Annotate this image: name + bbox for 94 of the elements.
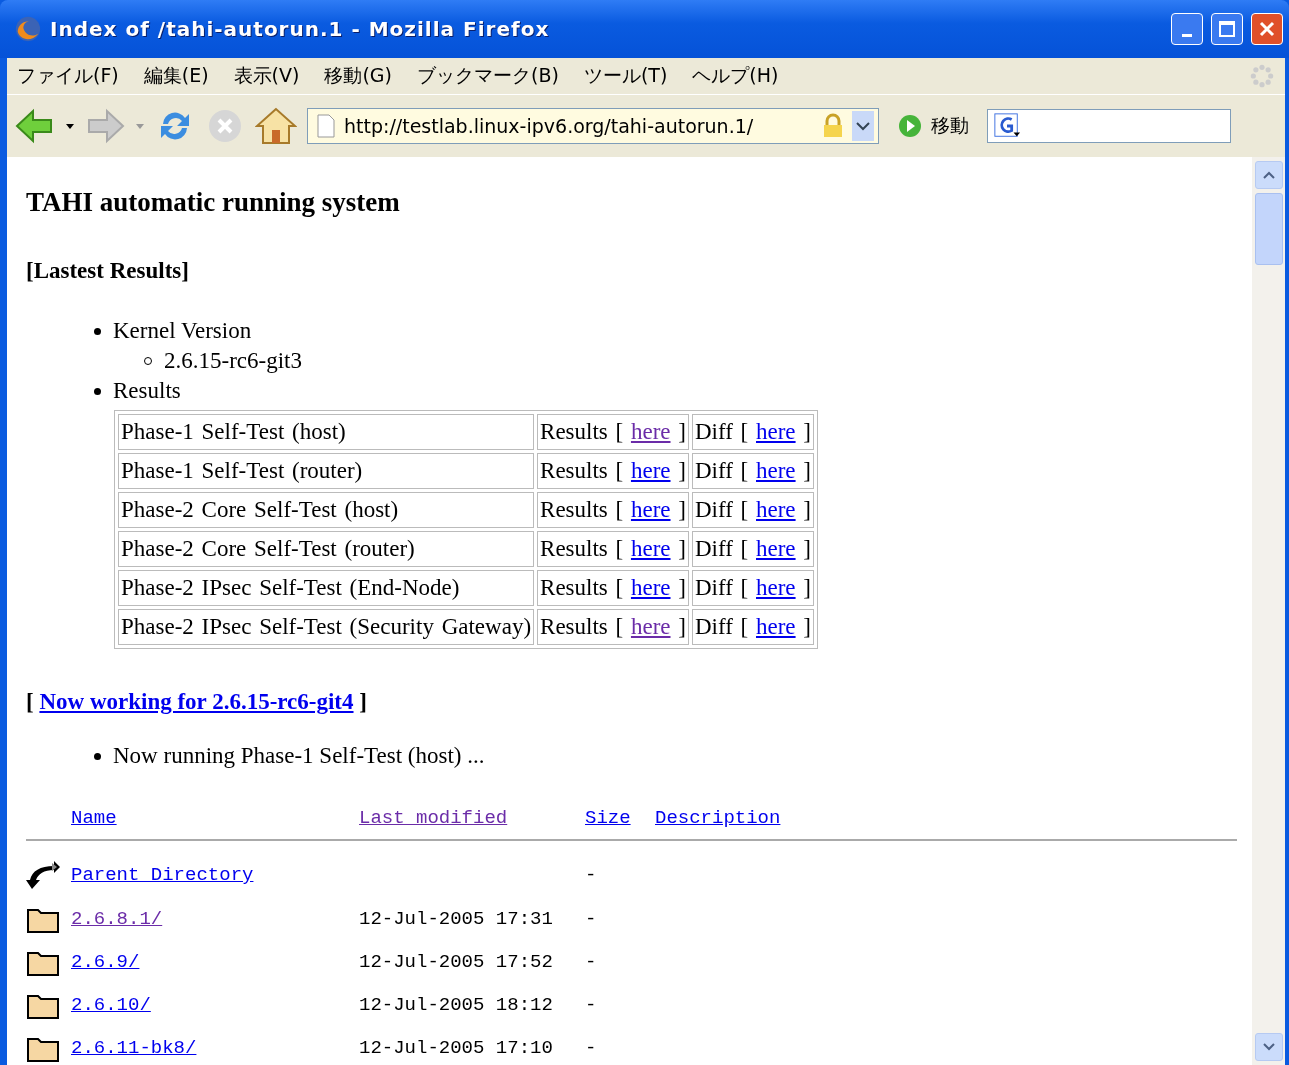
menu-item[interactable]: ヘルプ(H) xyxy=(692,63,779,89)
column-header-link[interactable]: Name xyxy=(71,807,117,829)
working-status: [ Now working for 2.6.15-rc6-git4 ] xyxy=(26,689,368,715)
test-name-cell: Phase-1 Self-Test (router) xyxy=(118,453,535,489)
minimize-icon xyxy=(1182,33,1192,37)
file-link[interactable]: 2.6.9/ xyxy=(71,950,140,973)
chevron-up-icon xyxy=(1261,170,1276,180)
column-header-link[interactable]: Last modified xyxy=(359,807,508,829)
section-title: [Lastest Results] xyxy=(26,258,190,284)
scrollbar[interactable] xyxy=(1252,157,1285,1065)
here-link[interactable]: here xyxy=(756,536,796,561)
list-item-text: Kernel Version xyxy=(113,317,252,345)
file-link[interactable]: 2.6.10/ xyxy=(71,993,151,1016)
bullet-icon xyxy=(94,387,101,395)
test-name-cell: Phase-2 IPsec Self-Test (End-Node) xyxy=(118,570,535,606)
scroll-down-button[interactable] xyxy=(1254,1033,1283,1061)
scroll-thumb[interactable] xyxy=(1254,193,1283,265)
here-link[interactable]: here xyxy=(756,458,796,483)
diff-cell: Diff [ here ] xyxy=(691,414,814,450)
back-icon[interactable] xyxy=(15,106,55,146)
column-header-link[interactable]: Description xyxy=(655,807,781,829)
browser-logo-icon xyxy=(14,15,42,43)
home-icon[interactable] xyxy=(255,106,297,146)
bullet-icon xyxy=(94,752,101,760)
search-field[interactable] xyxy=(987,109,1231,143)
test-name-cell: Phase-2 Core Self-Test (router) xyxy=(118,531,535,567)
window-title: Index of /tahi-autorun.1 - Mozilla Firefox xyxy=(50,17,551,41)
page-icon xyxy=(316,114,336,138)
menu-item[interactable]: ブックマーク(B) xyxy=(417,63,559,89)
maximize-button[interactable] xyxy=(1211,13,1243,45)
column-header-link[interactable]: Size xyxy=(585,807,631,829)
file-size: - xyxy=(585,993,598,1016)
bullet-icon xyxy=(144,357,152,365)
working-link[interactable]: Now working for 2.6.15-rc6-git4 xyxy=(39,689,354,714)
chevron-down-icon xyxy=(1261,1042,1276,1052)
file-size: - xyxy=(585,864,598,886)
diff-cell: Diff [ here ] xyxy=(691,492,814,528)
menu-item[interactable]: ツール(T) xyxy=(583,63,668,89)
test-name-cell: Phase-2 IPsec Self-Test (Security Gateway) xyxy=(118,609,535,645)
diff-cell: Diff [ here ] xyxy=(691,570,814,606)
play-icon xyxy=(897,113,923,139)
minimize-button[interactable] xyxy=(1171,13,1203,45)
here-link[interactable]: here xyxy=(756,575,796,600)
address-field[interactable]: http://testlab.linux-ipv6.org/tahi-autorun.1/ xyxy=(307,108,879,144)
bullet-icon xyxy=(94,327,101,335)
results-cell: Results [ here ] xyxy=(537,609,689,645)
list-item-text: Results xyxy=(113,377,181,405)
close-icon xyxy=(1258,20,1276,38)
here-link[interactable]: here xyxy=(756,614,796,639)
list-item-text: 2.6.15-rc6-git3 xyxy=(164,347,302,375)
diff-cell: Diff [ here ] xyxy=(691,531,814,567)
diff-cell: Diff [ here ] xyxy=(691,609,814,645)
results-cell: Results [ here ] xyxy=(537,570,689,606)
here-link[interactable]: here xyxy=(630,419,671,444)
results-cell: Results [ here ] xyxy=(537,531,689,567)
here-link[interactable]: here xyxy=(630,614,671,639)
modified-date: 12-Jul-2005 18:12 xyxy=(359,993,554,1016)
here-link[interactable]: here xyxy=(630,458,671,483)
lock-icon xyxy=(822,113,844,139)
here-link[interactable]: here xyxy=(630,575,671,600)
menu-item[interactable]: 移動(G) xyxy=(324,63,392,89)
modified-date: 12-Jul-2005 17:31 xyxy=(359,907,554,930)
dropdown-icon[interactable] xyxy=(65,121,75,131)
file-link[interactable]: 2.6.8.1/ xyxy=(71,907,163,930)
test-name-cell: Phase-1 Self-Test (host) xyxy=(118,414,535,450)
results-cell: Results [ here ] xyxy=(537,414,689,450)
results-cell: Results [ here ] xyxy=(537,492,689,528)
here-link[interactable]: here xyxy=(630,497,671,522)
here-link[interactable]: here xyxy=(756,497,796,522)
menu-item[interactable]: ファイル(F) xyxy=(17,63,119,89)
diff-cell: Diff [ here ] xyxy=(691,453,814,489)
page-heading: TAHI automatic running system xyxy=(26,187,401,218)
menu-item[interactable]: 編集(E) xyxy=(143,63,209,89)
results-cell: Results [ here ] xyxy=(537,453,689,489)
close-button[interactable] xyxy=(1251,13,1283,45)
modified-date: 12-Jul-2005 17:10 xyxy=(359,1036,554,1059)
modified-date: 12-Jul-2005 17:52 xyxy=(359,950,554,973)
forward-icon[interactable] xyxy=(85,106,125,146)
file-link[interactable]: 2.6.11-bk8/ xyxy=(71,1036,197,1059)
file-size: - xyxy=(585,950,598,973)
throbber-icon xyxy=(1249,63,1275,89)
menu-item[interactable]: 表示(V) xyxy=(233,63,300,89)
here-link[interactable]: here xyxy=(756,419,796,444)
go-button[interactable]: 移動 xyxy=(889,113,977,139)
file-size: - xyxy=(585,1036,598,1059)
maximize-icon xyxy=(1218,20,1236,38)
status-text: Now running Phase-1 Self-Test (host) ... xyxy=(113,742,485,770)
scroll-up-button[interactable] xyxy=(1254,161,1283,189)
back-arrow-icon xyxy=(26,859,62,891)
file-size: - xyxy=(585,907,598,930)
here-link[interactable]: here xyxy=(630,536,671,561)
file-link[interactable]: Parent Directory xyxy=(71,864,254,886)
search-engine-icon xyxy=(992,112,1022,140)
test-name-cell: Phase-2 Core Self-Test (host) xyxy=(118,492,535,528)
